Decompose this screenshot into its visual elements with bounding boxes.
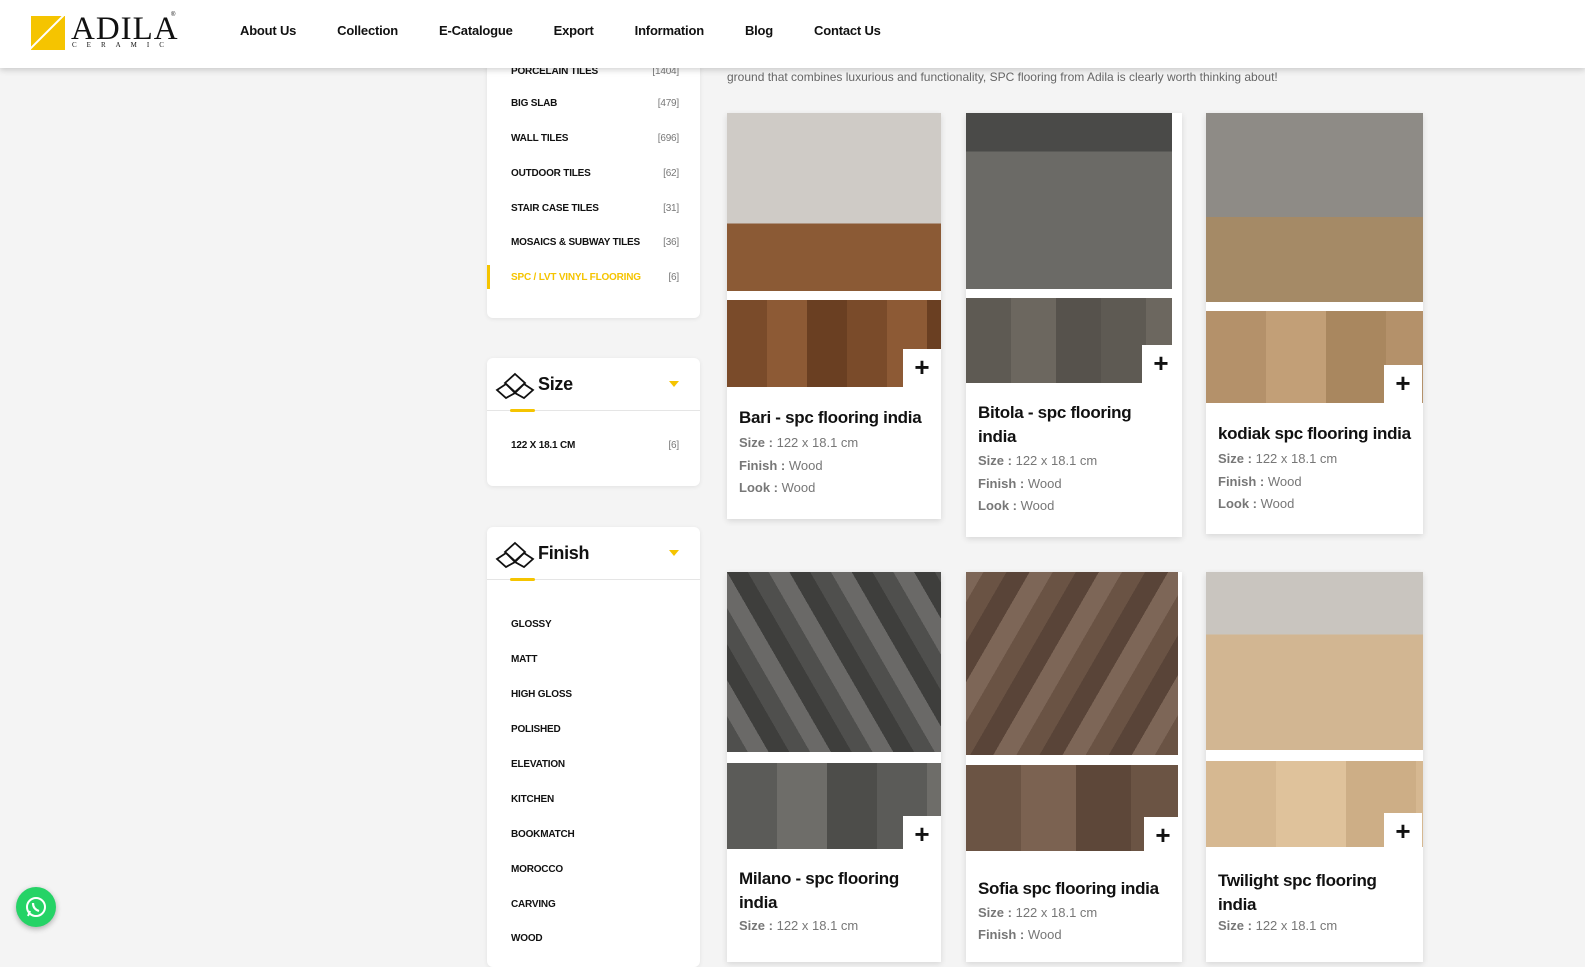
finish-option[interactable]: POLISHED <box>511 724 679 735</box>
product-title[interactable]: Bari - spc flooring india <box>739 406 934 430</box>
plus-icon[interactable]: + <box>1142 345 1180 383</box>
tiles-icon <box>495 541 535 569</box>
category-outdoor-tiles[interactable]: OUTDOOR TILES [62] <box>511 168 679 179</box>
finish-option[interactable]: BOOKMATCH <box>511 829 679 840</box>
caret-down-icon[interactable] <box>669 381 679 387</box>
product-size: Size : 122 x 18.1 cm <box>978 453 1098 468</box>
product-card-bari[interactable]: + Bari - spc flooring india Size : 122 x… <box>727 113 941 519</box>
plus-icon[interactable]: + <box>1384 813 1422 851</box>
category-big-slab[interactable]: BIG SLAB [479] <box>511 98 679 109</box>
nav-information[interactable]: Information <box>635 23 704 38</box>
category-wall-tiles[interactable]: WALL TILES [696] <box>511 133 679 144</box>
product-title[interactable]: Twilight spc flooring india <box>1218 869 1413 917</box>
category-stair-case-tiles[interactable]: STAIR CASE TILES [31] <box>511 203 679 214</box>
room-image <box>1206 572 1423 750</box>
product-size: Size : 122 x 18.1 cm <box>1218 451 1338 466</box>
product-card-twilight[interactable]: + Twilight spc flooring india Size : 122… <box>1206 572 1423 962</box>
tiles-icon <box>495 372 535 400</box>
finish-option[interactable]: HIGH GLOSS <box>511 689 679 700</box>
product-card-kodiak[interactable]: + kodiak spc flooring india Size : 122 x… <box>1206 113 1423 534</box>
plus-icon[interactable]: + <box>1384 365 1422 403</box>
room-image <box>727 113 941 291</box>
plus-icon[interactable]: + <box>1144 817 1182 855</box>
nav-e-catalogue[interactable]: E-Catalogue <box>439 23 513 38</box>
finish-option[interactable]: GLOSSY <box>511 619 679 630</box>
whatsapp-button[interactable] <box>16 887 56 927</box>
product-finish: Finish : Wood <box>1218 474 1302 489</box>
finish-option[interactable]: WOOD <box>511 933 679 944</box>
nav-about-us[interactable]: About Us <box>240 23 296 38</box>
product-title[interactable]: Bitola - spc flooring india <box>978 401 1173 449</box>
main-nav: About Us Collection E-Catalogue Export I… <box>240 23 922 38</box>
finish-option[interactable]: KITCHEN <box>511 794 679 805</box>
intro-text: ground that combines luxurious and funct… <box>727 70 1278 84</box>
product-size: Size : 122 x 18.1 cm <box>978 905 1098 920</box>
product-size: Size : 122 x 18.1 cm <box>739 435 859 450</box>
registered-mark: ® <box>171 12 176 18</box>
finish-filter-title: Finish <box>538 543 590 563</box>
room-image <box>1206 113 1423 302</box>
finish-filter-panel: Finish GLOSSY MATT HIGH GLOSS POLISHED E… <box>487 527 700 967</box>
nav-export[interactable]: Export <box>554 23 594 38</box>
category-mosaics-subway[interactable]: MOSAICS & SUBWAY TILES [36] <box>511 237 679 248</box>
product-look: Look : Wood <box>1218 496 1295 511</box>
category-spc-lvt-flooring[interactable]: SPC / LVT VINYL FLOORING [6] <box>511 272 679 283</box>
finish-option[interactable]: ELEVATION <box>511 759 679 770</box>
logo-subtext: CERAMIC <box>72 41 174 49</box>
finish-option[interactable]: MOROCCO <box>511 864 679 875</box>
product-title[interactable]: kodiak spc flooring india <box>1218 422 1413 446</box>
nav-contact-us[interactable]: Contact Us <box>814 23 881 38</box>
finish-filter-header[interactable]: Finish <box>487 527 700 581</box>
title-underline <box>510 578 535 581</box>
category-panel: PORCELAIN TILES [1404] BIG SLAB [479] WALL… <box>487 40 700 318</box>
finish-option[interactable]: MATT <box>511 654 679 665</box>
plus-icon[interactable]: + <box>903 816 941 854</box>
size-filter-title: Size <box>538 374 573 394</box>
product-title[interactable]: Milano - spc flooring india <box>739 867 934 915</box>
caret-down-icon[interactable] <box>669 550 679 556</box>
nav-blog[interactable]: Blog <box>745 23 773 38</box>
product-title[interactable]: Sofia spc flooring india <box>978 877 1173 901</box>
product-size: Size : 122 x 18.1 cm <box>1218 918 1338 933</box>
whatsapp-icon <box>26 897 46 917</box>
room-image <box>727 572 941 752</box>
product-card-milano[interactable]: + Milano - spc flooring india Size : 122… <box>727 572 941 962</box>
product-card-sofia[interactable]: + Sofia spc flooring india Size : 122 x … <box>966 572 1182 962</box>
product-look: Look : Wood <box>978 498 1055 513</box>
size-filter-header[interactable]: Size <box>487 358 700 412</box>
nav-collection[interactable]: Collection <box>337 23 398 38</box>
product-finish: Finish : Wood <box>978 476 1062 491</box>
product-size: Size : 122 x 18.1 cm <box>739 918 859 933</box>
finish-option[interactable]: CARVING <box>511 899 679 910</box>
room-image <box>966 113 1172 289</box>
room-image <box>966 572 1178 755</box>
active-category-indicator <box>487 265 490 289</box>
product-card-bitola[interactable]: + Bitola - spc flooring india Size : 122… <box>966 113 1182 537</box>
logo-mark-icon <box>31 16 65 50</box>
size-filter-panel: Size 122 X 18.1 CM [6] <box>487 358 700 486</box>
plus-icon[interactable]: + <box>903 349 941 387</box>
product-look: Look : Wood <box>739 480 816 495</box>
adila-logo[interactable]: ADILA CERAMIC ® <box>30 11 180 52</box>
title-underline <box>510 409 535 412</box>
size-option[interactable]: 122 X 18.1 CM [6] <box>511 440 679 451</box>
site-header: ADILA CERAMIC ® About Us Collection E-Ca… <box>0 0 1585 68</box>
product-finish: Finish : Wood <box>978 927 1062 942</box>
product-finish: Finish : Wood <box>739 458 823 473</box>
